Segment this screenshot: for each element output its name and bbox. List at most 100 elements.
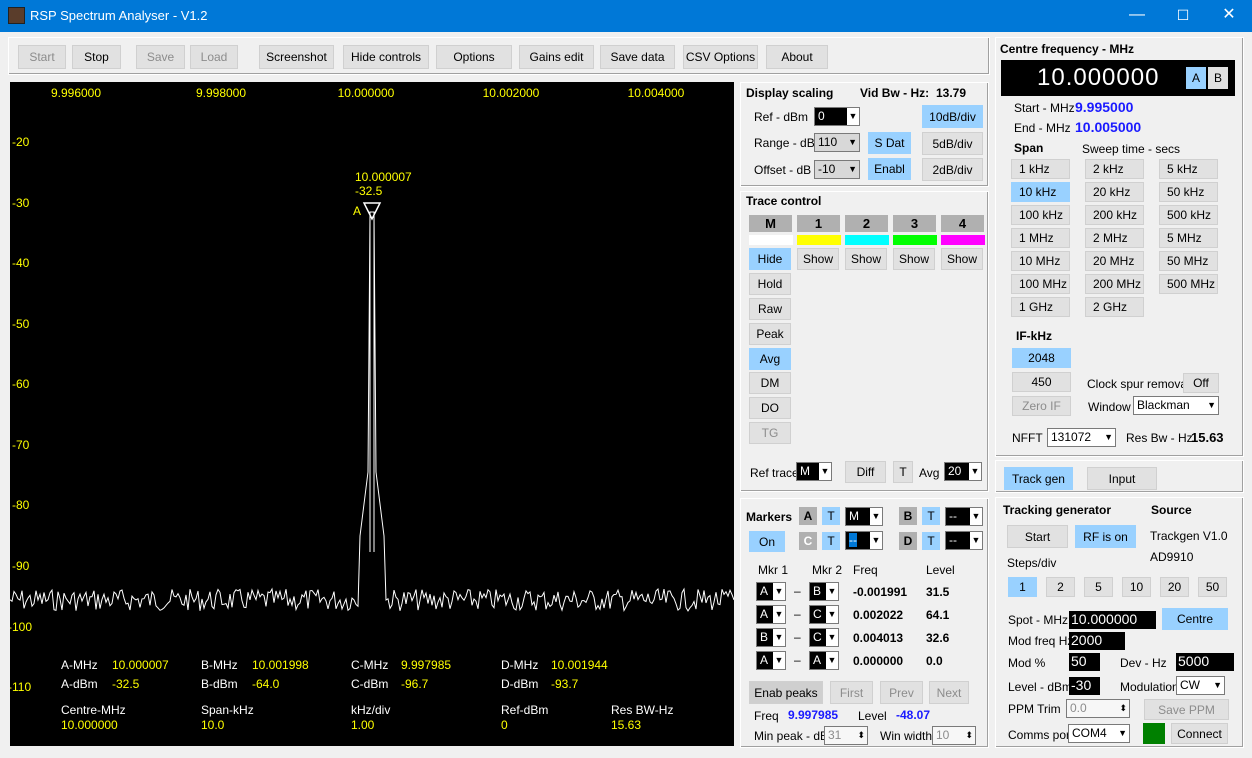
hide-m-button[interactable]: Hide (749, 248, 791, 270)
win-width-stepper[interactable]: 10 ⬍ (932, 726, 976, 745)
modulation-select[interactable]: CW ▼ (1176, 676, 1225, 695)
avg-button[interactable]: Avg (749, 348, 791, 370)
zero-if-button[interactable]: Zero IF (1012, 396, 1071, 416)
dm-button[interactable]: DM (749, 372, 791, 394)
next-peak-button[interactable]: Next (929, 681, 969, 704)
do-button[interactable]: DO (749, 397, 791, 419)
span-5mhz-button[interactable]: 5 MHz (1159, 228, 1218, 248)
tab-trace-m[interactable]: M (749, 215, 792, 232)
span-10mhz-button[interactable]: 10 MHz (1011, 251, 1070, 271)
start-button[interactable]: Start (18, 45, 66, 69)
ref-dbm-select[interactable]: 0 ▼ (814, 107, 860, 126)
delta-mkr2-select[interactable]: C ▼ (809, 605, 839, 624)
span-100khz-button[interactable]: 100 kHz (1011, 205, 1070, 225)
centre-button[interactable]: Centre (1162, 608, 1228, 630)
span-50khz-button[interactable]: 50 kHz (1159, 182, 1218, 202)
10db-div-button[interactable]: 10dB/div (922, 105, 983, 128)
marker-c-t-button[interactable]: T (822, 532, 840, 550)
tab-trace-1[interactable]: 1 (797, 215, 840, 232)
steps-50-button[interactable]: 50 (1198, 577, 1227, 597)
save-button[interactable]: Save (136, 45, 185, 69)
delta-mkr1-select[interactable]: A ▼ (756, 582, 786, 601)
span-20mhz-button[interactable]: 20 MHz (1085, 251, 1144, 271)
vfo-a-button[interactable]: A (1186, 67, 1206, 89)
nfft-select[interactable]: 131072 ▼ (1047, 428, 1116, 447)
marker-c-select[interactable]: -- ▼ (845, 531, 883, 550)
if-450-button[interactable]: 450 (1012, 372, 1071, 392)
about-button[interactable]: About (766, 45, 828, 69)
hide-controls-button[interactable]: Hide controls (343, 45, 429, 69)
close-button[interactable]: ✕ (1206, 0, 1252, 32)
peak-button[interactable]: Peak (749, 323, 791, 345)
screenshot-button[interactable]: Screenshot (259, 45, 334, 69)
marker-b-select[interactable]: -- ▼ (945, 507, 983, 526)
gains-edit-button[interactable]: Gains edit (519, 45, 594, 69)
first-peak-button[interactable]: First (830, 681, 873, 704)
span-1ghz-button[interactable]: 1 GHz (1011, 297, 1070, 317)
tab-trace-3[interactable]: 3 (893, 215, 936, 232)
window-select[interactable]: Blackman ▼ (1133, 396, 1219, 415)
span-50mhz-button[interactable]: 50 MHz (1159, 251, 1218, 271)
level-dbm-input[interactable]: -30 (1069, 677, 1100, 695)
steps-20-button[interactable]: 20 (1160, 577, 1189, 597)
delta-mkr2-select[interactable]: B ▼ (809, 582, 839, 601)
marker-d-select[interactable]: -- ▼ (945, 531, 983, 550)
span-100mhz-button[interactable]: 100 MHz (1011, 274, 1070, 294)
marker-b-t-button[interactable]: T (922, 507, 940, 525)
2db-div-button[interactable]: 2dB/div (922, 158, 983, 181)
show-3-button[interactable]: Show (893, 248, 935, 270)
span-2ghz-button[interactable]: 2 GHz (1085, 297, 1144, 317)
steps-2-button[interactable]: 2 (1046, 577, 1075, 597)
span-500mhz-button[interactable]: 500 MHz (1159, 274, 1218, 294)
csv-options-button[interactable]: CSV Options (683, 45, 758, 69)
marker-a-triangle-icon[interactable] (362, 202, 382, 221)
delta-mkr2-select[interactable]: C ▼ (809, 628, 839, 647)
marker-d-t-button[interactable]: T (922, 532, 940, 550)
marker-a-select[interactable]: M ▼ (845, 507, 883, 526)
comms-port-select[interactable]: COM4 ▼ (1068, 724, 1130, 743)
spectrum-plot[interactable]: 9.996000 9.998000 10.000000 10.002000 10… (8, 82, 735, 746)
hold-button[interactable]: Hold (749, 273, 791, 295)
mod-freq-input[interactable]: 2000 (1069, 632, 1125, 650)
steps-5-button[interactable]: 5 (1084, 577, 1113, 597)
tab-input[interactable]: Input (1087, 467, 1157, 490)
span-200khz-button[interactable]: 200 kHz (1085, 205, 1144, 225)
save-ppm-button[interactable]: Save PPM (1144, 699, 1229, 720)
5db-div-button[interactable]: 5dB/div (922, 132, 983, 155)
tab-trace-2[interactable]: 2 (845, 215, 888, 232)
span-2khz-button[interactable]: 2 kHz (1085, 159, 1144, 179)
if-2048-button[interactable]: 2048 (1012, 348, 1071, 368)
clock-spur-toggle[interactable]: Off (1183, 373, 1219, 393)
vfo-b-button[interactable]: B (1208, 67, 1228, 89)
range-select[interactable]: 110 ▼ (814, 133, 860, 152)
marker-a-t-button[interactable]: T (822, 507, 840, 525)
prev-peak-button[interactable]: Prev (880, 681, 923, 704)
offset-select[interactable]: -10 ▼ (814, 160, 860, 179)
delta-mkr2-select[interactable]: A ▼ (809, 651, 839, 670)
delta-mkr1-select[interactable]: A ▼ (756, 605, 786, 624)
steps-10-button[interactable]: 10 (1122, 577, 1151, 597)
tab-track-gen[interactable]: Track gen (1004, 467, 1073, 490)
mod-pct-input[interactable]: 50 (1069, 653, 1100, 671)
steps-1-button[interactable]: 1 (1008, 577, 1037, 597)
enabl-button[interactable]: Enabl (868, 158, 911, 180)
maximize-button[interactable]: ☐ (1160, 0, 1206, 32)
tab-trace-4[interactable]: 4 (941, 215, 984, 232)
span-10khz-button[interactable]: 10 kHz (1011, 182, 1070, 202)
span-5khz-button[interactable]: 5 kHz (1159, 159, 1218, 179)
enab-peaks-button[interactable]: Enab peaks (749, 681, 823, 704)
avg-select[interactable]: 20 ▼ (944, 462, 982, 481)
stop-button[interactable]: Stop (72, 45, 121, 69)
span-20khz-button[interactable]: 20 kHz (1085, 182, 1144, 202)
span-2mhz-button[interactable]: 2 MHz (1085, 228, 1144, 248)
show-2-button[interactable]: Show (845, 248, 887, 270)
t-button[interactable]: T (893, 461, 913, 483)
diff-button[interactable]: Diff (845, 461, 886, 483)
min-peak-stepper[interactable]: 31 ⬍ (824, 726, 868, 745)
delta-mkr1-select[interactable]: B ▼ (756, 628, 786, 647)
raw-button[interactable]: Raw (749, 298, 791, 320)
span-500khz-button[interactable]: 500 kHz (1159, 205, 1218, 225)
ppm-trim-stepper[interactable]: 0.0 ⬍ (1066, 699, 1130, 718)
delta-mkr1-select[interactable]: A ▼ (756, 651, 786, 670)
tg-start-button[interactable]: Start (1007, 525, 1068, 548)
